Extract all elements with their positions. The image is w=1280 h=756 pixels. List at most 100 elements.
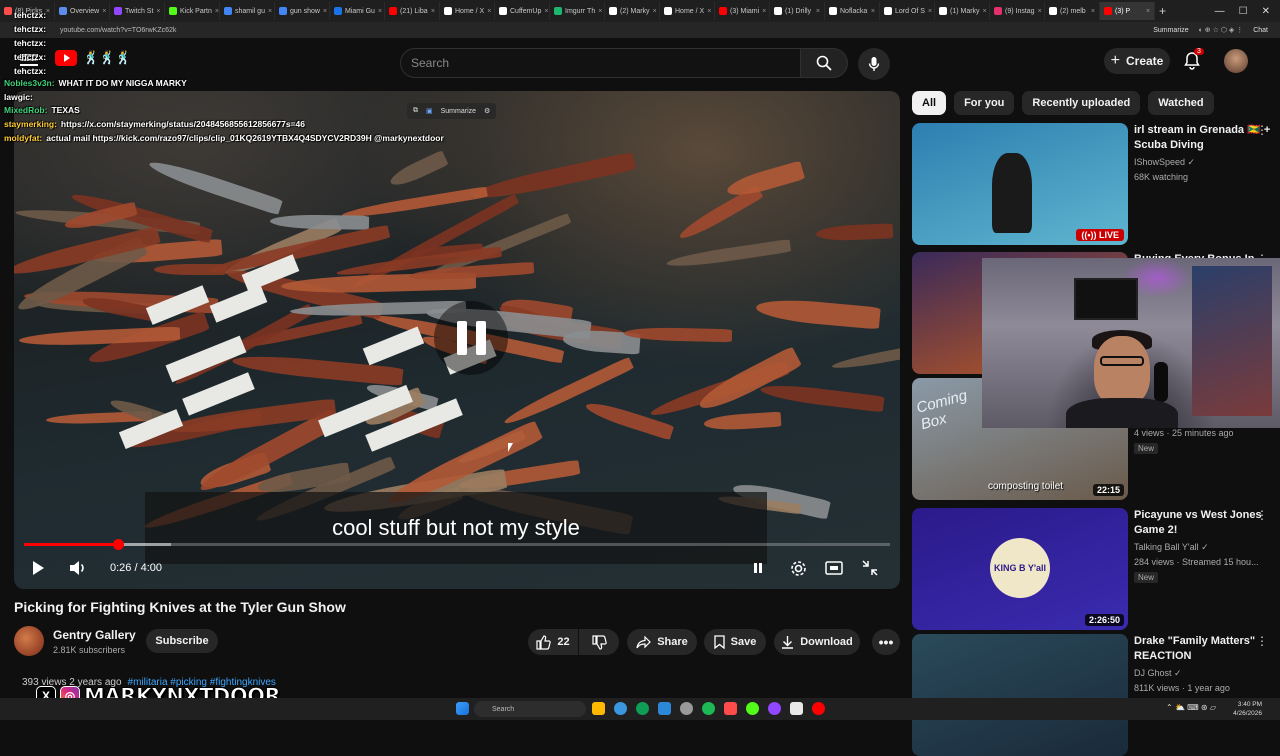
obs-icon[interactable] [790, 702, 803, 715]
browser-tab[interactable]: Noflacka × [825, 2, 880, 20]
tab-close-icon[interactable]: × [983, 8, 987, 15]
tab-close-icon[interactable]: × [707, 8, 711, 15]
tab-close-icon[interactable]: × [1091, 8, 1095, 15]
share-button[interactable]: Share [627, 629, 697, 655]
tab-close-icon[interactable]: × [268, 8, 272, 15]
media-player-icon[interactable] [724, 702, 737, 715]
extension-icons[interactable]: ◐ ⊕ ☆ ⬡ ◈ ⋮ [1199, 26, 1244, 34]
more-options-icon[interactable]: ⋮ [1256, 123, 1268, 137]
browser-tab[interactable]: (21) Liba × [385, 2, 440, 20]
tab-close-icon[interactable]: × [378, 8, 382, 15]
recommended-video-title[interactable]: irl stream in Grenada 🇬🇩 + Scuba Diving [1134, 123, 1272, 153]
volume-button[interactable] [66, 557, 90, 579]
edge-icon[interactable] [614, 702, 627, 715]
recommended-channel-name[interactable]: Talking Ball Y'all ✓ [1134, 542, 1209, 553]
spotify-icon[interactable] [702, 702, 715, 715]
channel-name[interactable]: Gentry Gallery [53, 628, 136, 642]
tab-close-icon[interactable]: × [46, 8, 50, 15]
filter-chip-all[interactable]: All [912, 91, 947, 115]
new-tab-icon[interactable]: + [1159, 4, 1166, 18]
tab-close-icon[interactable]: × [598, 8, 602, 15]
recommended-video-title[interactable]: Drake "Family Matters" REACTION [1134, 634, 1272, 664]
play-button[interactable] [26, 557, 50, 579]
tab-close-icon[interactable]: × [431, 8, 435, 15]
twitch-icon[interactable] [768, 702, 781, 715]
tab-close-icon[interactable]: × [544, 8, 548, 15]
browser-tab[interactable]: (1) Drilly × [770, 2, 825, 20]
video-thumbnail[interactable]: ((•)) LIVE [912, 123, 1128, 245]
recommended-channel-name[interactable]: DJ Ghost ✓ [1134, 668, 1182, 679]
browser-tab[interactable]: Home / X × [440, 2, 495, 20]
taskbar-search[interactable]: Search [474, 701, 586, 717]
kick-icon[interactable] [746, 702, 759, 715]
url-text[interactable]: youtube.com/watch?v=TO6rwKZc62k [60, 27, 176, 34]
voice-search-button[interactable] [858, 48, 890, 80]
fullscreen-button[interactable] [858, 557, 882, 579]
create-button[interactable]: + Create [1104, 48, 1170, 74]
browser-tab[interactable]: (3) Miami × [715, 2, 770, 20]
video-player[interactable]: ⧉ ▣ Summarize ⚙ cool stuff but not my st… [14, 91, 900, 589]
browser-tab[interactable]: Kick Partn × [165, 2, 220, 20]
windows-start-icon[interactable] [456, 702, 469, 715]
progress-scrubber[interactable] [112, 539, 124, 550]
summarize-overlay-chip[interactable]: ⧉ ▣ Summarize ⚙ [407, 103, 497, 119]
recommended-video-title[interactable]: Picayune vs West Jones Game 2! [1134, 508, 1272, 538]
download-button[interactable]: Download [774, 629, 860, 655]
more-options-icon[interactable]: ⋮ [1256, 634, 1268, 648]
close-icon[interactable]: ✕ [1262, 6, 1270, 17]
settings-button[interactable] [786, 557, 810, 579]
more-options-icon[interactable]: ⋮ [1256, 508, 1268, 522]
address-bar[interactable]: youtube.com/watch?v=TO6rwKZc62k Summariz… [0, 22, 1280, 38]
summarize-extension-label[interactable]: Summarize [1153, 27, 1188, 34]
dislike-button[interactable] [579, 629, 619, 655]
chrome-icon[interactable] [636, 702, 649, 715]
save-button[interactable]: Save [704, 629, 766, 655]
autoplay-toggle[interactable] [746, 557, 770, 579]
video-thumbnail[interactable] [912, 634, 1128, 756]
browser-tab[interactable]: (8) Picks × [0, 2, 55, 20]
more-actions-button[interactable]: ••• [872, 629, 900, 655]
recording-icon[interactable] [812, 702, 825, 715]
maximize-icon[interactable]: ☐ [1239, 6, 1248, 17]
filter-chip-recently-uploaded[interactable]: Recently uploaded [1022, 91, 1141, 115]
system-tray-icons[interactable]: ⌃ ⛅ ⌨ ⊛ ▱ [1166, 703, 1216, 712]
file-explorer-icon[interactable] [592, 702, 605, 715]
settings-icon[interactable] [658, 702, 671, 715]
browser-tab[interactable]: Overview × [55, 2, 110, 20]
browser-tab[interactable]: (2) melb × [1045, 2, 1100, 20]
tab-close-icon[interactable]: × [215, 8, 219, 15]
recommended-channel-name[interactable]: IShowSpeed ✓ [1134, 157, 1195, 168]
browser-tab[interactable]: Lord Of S × [880, 2, 935, 20]
recommended-video[interactable]: KING B Y'all 2:26:50 Picayune vs West Jone… [912, 508, 1272, 630]
tab-close-icon[interactable]: × [816, 8, 820, 15]
terminal-icon[interactable] [680, 702, 693, 715]
filter-chip-watched[interactable]: Watched [1148, 91, 1214, 115]
browser-tab[interactable]: Twitch St × [110, 2, 165, 20]
chat-extension-label[interactable]: Chat [1253, 27, 1268, 34]
video-thumbnail[interactable]: KING B Y'all 2:26:50 [912, 508, 1128, 630]
pause-indicator-icon[interactable] [434, 301, 508, 375]
tab-close-icon[interactable]: × [871, 8, 875, 15]
subscribe-button[interactable]: Subscribe [146, 629, 218, 653]
tab-close-icon[interactable]: × [762, 8, 766, 15]
tab-close-icon[interactable]: × [487, 8, 491, 15]
browser-tab[interactable]: shamil gu × [220, 2, 275, 20]
tab-close-icon[interactable]: × [928, 8, 932, 15]
tab-close-icon[interactable]: × [1146, 8, 1150, 15]
filter-chip-for-you[interactable]: For you [954, 91, 1015, 115]
minimize-icon[interactable]: — [1215, 6, 1225, 17]
tab-close-icon[interactable]: × [156, 8, 160, 15]
browser-tab[interactable]: (3) P × [1100, 2, 1155, 20]
youtube-logo[interactable]: 🕺🕺🕺 [55, 50, 132, 66]
browser-tab[interactable]: Imgurr Th × [550, 2, 605, 20]
search-button[interactable] [800, 48, 848, 78]
tab-close-icon[interactable]: × [323, 8, 327, 15]
browser-tab[interactable]: Miami Gu × [330, 2, 385, 20]
hamburger-menu-icon[interactable] [20, 54, 38, 66]
progress-bar[interactable] [24, 539, 890, 550]
like-button[interactable]: 22 [528, 629, 578, 655]
account-avatar[interactable] [1224, 49, 1248, 73]
browser-tab[interactable]: (2) Marky × [605, 2, 660, 20]
tab-close-icon[interactable]: × [1038, 8, 1042, 15]
theater-mode-button[interactable] [822, 557, 846, 579]
